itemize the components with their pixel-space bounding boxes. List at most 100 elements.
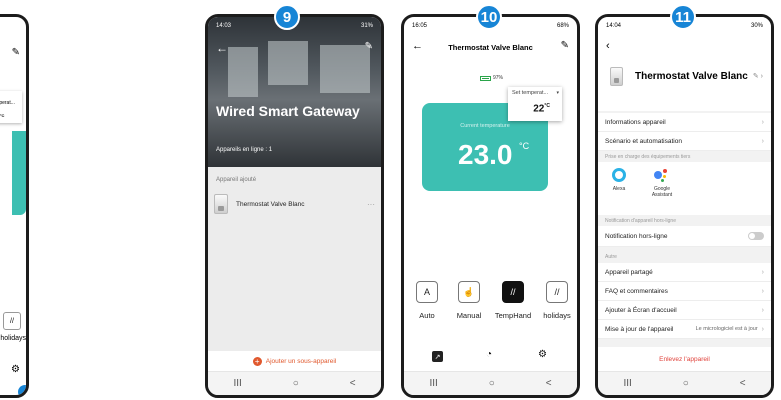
battery-indicator: 97%: [480, 75, 503, 81]
step-badge-partial: [18, 385, 26, 395]
gateway-hero-image: 14:03 31% ← ✎ Wired Smart Gateway Appare…: [208, 17, 381, 167]
status-time: 14:04: [606, 23, 622, 29]
offline-notification-toggle[interactable]: [748, 232, 764, 240]
edit-icon[interactable]: ✎: [561, 40, 569, 51]
more-options-icon[interactable]: ···: [367, 200, 375, 209]
battery-level: 97%: [493, 75, 504, 81]
firmware-status: Le micrologiciel est à jour: [695, 326, 758, 332]
chevron-right-icon: ›: [761, 118, 764, 126]
home-button[interactable]: ○: [293, 378, 299, 389]
row-scenarios[interactable]: Scénario et automatisation ›: [598, 132, 771, 151]
edit-icon[interactable]: ✎: [12, 47, 20, 58]
back-button[interactable]: <: [740, 378, 746, 389]
phone-partial: ✎ Set temperat... 22°C // holidays ⚙: [0, 14, 29, 398]
set-temperature-unit: °C: [544, 103, 550, 109]
add-subdevice-label: Ajouter un sous-appareil: [265, 357, 337, 365]
device-header: 14:04 30% ‹ Thermostat Valve Blanc ✎ ›: [598, 17, 771, 111]
holidays-icon: //: [554, 287, 560, 297]
google-assistant-label: Google Assistant: [651, 186, 673, 199]
other-section-label: Autre: [605, 254, 617, 260]
back-chevron-icon[interactable]: ‹: [606, 40, 610, 52]
home-button[interactable]: ○: [489, 378, 495, 389]
recents-button[interactable]: III: [429, 378, 437, 389]
status-battery: 31%: [360, 23, 373, 29]
row-faq[interactable]: FAQ et commentaires ›: [598, 282, 771, 301]
row-offline-notification[interactable]: Notification hors-ligne: [598, 226, 771, 247]
chevron-right-icon: ›: [761, 137, 764, 145]
current-temperature-panel: [12, 131, 26, 215]
auto-icon: A: [423, 287, 430, 297]
holidays-mode-button[interactable]: //: [3, 312, 21, 330]
current-temperature-unit: °C: [519, 141, 530, 151]
temphand-mode-label: TempHand: [494, 311, 532, 320]
device-list-item[interactable]: Thermostat Valve Blanc ···: [214, 191, 375, 217]
alexa-icon[interactable]: [612, 168, 626, 182]
recents-button[interactable]: III: [623, 378, 631, 389]
back-arrow-icon[interactable]: ←: [216, 41, 228, 55]
holidays-mode-button[interactable]: //: [546, 281, 568, 303]
row-firmware-update[interactable]: Mise à jour de l'appareil Le micrologici…: [598, 320, 771, 339]
holidays-mode-label: holidays: [543, 311, 571, 320]
offline-section-label: Notification d'appareil hors-ligne: [605, 218, 676, 224]
back-button[interactable]: <: [546, 378, 552, 389]
chevron-down-icon: ▾: [556, 90, 559, 96]
third-party-section-label: Prise en charge des équipements tiers: [605, 154, 691, 160]
step-badge-11: 11: [670, 4, 696, 30]
status-time: 14:03: [216, 23, 232, 29]
holidays-mode-label: holidays: [0, 335, 26, 342]
back-button[interactable]: <: [350, 378, 356, 389]
home-button[interactable]: ○: [683, 378, 689, 389]
android-nav-bar: III ○ <: [404, 371, 577, 395]
set-temperature-card[interactable]: Set temperat... 22°C: [0, 91, 22, 123]
chevron-right-icon: ›: [761, 287, 764, 295]
row-label: Appareil partagé: [605, 268, 653, 276]
battery-icon: [480, 75, 491, 81]
remove-device-button[interactable]: Enlevez l'appareil: [598, 347, 771, 371]
set-temperature-label: Set temperat...: [0, 100, 15, 106]
row-label: Ajouter à Écran d'accueil: [605, 306, 677, 314]
alexa-label: Alexa: [612, 186, 626, 192]
chevron-right-icon: ›: [761, 306, 764, 314]
clock-icon[interactable]: ◔: [486, 349, 492, 360]
plus-icon: +: [252, 356, 262, 366]
valve-thumbnail: [214, 194, 228, 214]
edit-icon[interactable]: ✎ ›: [753, 72, 763, 80]
gear-icon[interactable]: ⚙: [538, 349, 547, 360]
chevron-right-icon: ›: [761, 268, 764, 276]
set-temperature-label: Set temperat...: [512, 90, 549, 96]
row-label: Notification hors-ligne: [605, 232, 668, 240]
row-add-home-screen[interactable]: Ajouter à Écran d'accueil ›: [598, 301, 771, 320]
chart-icon[interactable]: ↗: [432, 351, 443, 362]
row-device-info[interactable]: Informations appareil ›: [598, 113, 771, 132]
temphand-mode-button[interactable]: //: [502, 281, 524, 303]
screenshot-stage: ✎ Set temperat... 22°C // holidays ⚙ 9 1…: [0, 0, 781, 400]
current-temperature-label: Current temperature: [460, 123, 510, 129]
edit-icon[interactable]: ✎: [365, 41, 373, 52]
temphand-icon: //: [510, 287, 516, 297]
third-party-assistants: Alexa Google Assistant: [598, 162, 771, 215]
set-temperature-card[interactable]: Set temperat... ▾ 22°C: [508, 87, 562, 121]
row-label: FAQ et commentaires: [605, 287, 668, 295]
row-shared-device[interactable]: Appareil partagé ›: [598, 263, 771, 282]
status-battery: 68%: [556, 23, 569, 29]
row-label: Scénario et automatisation: [605, 137, 682, 145]
android-nav-bar: III ○ <: [598, 371, 771, 395]
chevron-right-icon: ›: [761, 325, 764, 333]
added-device-section-label: Appareil ajouté: [216, 177, 257, 183]
device-name: Thermostat Valve Blanc: [635, 71, 748, 82]
recents-button[interactable]: III: [233, 378, 241, 389]
add-subdevice-button[interactable]: + Ajouter un sous-appareil: [208, 351, 381, 371]
step-badge-10: 10: [476, 4, 502, 30]
gear-icon[interactable]: ⚙: [11, 364, 20, 375]
google-assistant-icon[interactable]: [654, 169, 670, 183]
row-label: Informations appareil: [605, 118, 666, 126]
device-summary[interactable]: Thermostat Valve Blanc: [610, 67, 748, 86]
set-temperature-value: 22: [533, 103, 545, 115]
auto-mode-button[interactable]: A: [416, 281, 438, 303]
manual-mode-button[interactable]: ☝: [458, 281, 480, 303]
valve-thumbnail: [610, 67, 623, 86]
step-badge-9: 9: [274, 4, 300, 30]
phone-9-gateway: 14:03 31% ← ✎ Wired Smart Gateway Appare…: [205, 14, 384, 398]
set-temperature-unit: °C: [0, 113, 5, 118]
row-label: Mise à jour de l'appareil: [605, 325, 674, 333]
